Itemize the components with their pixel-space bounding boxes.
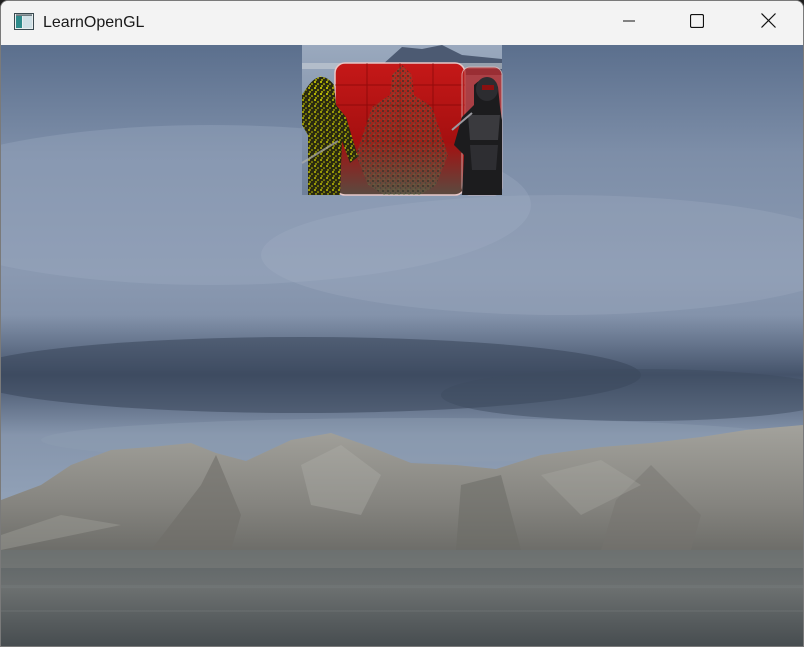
minimize-button[interactable] [595, 1, 663, 45]
app-window-icon [14, 13, 34, 30]
lake-water [1, 550, 803, 646]
opengl-render-viewport[interactable] [1, 45, 803, 646]
app-window: LearnOpenGL [0, 0, 804, 647]
maximize-icon [689, 13, 705, 33]
maximize-button[interactable] [663, 1, 731, 45]
close-button[interactable] [734, 1, 803, 45]
title-bar[interactable]: LearnOpenGL [1, 1, 803, 45]
framebuffer-inset-view [301, 45, 503, 196]
minimize-icon [623, 14, 635, 32]
window-title: LearnOpenGL [43, 14, 145, 31]
close-icon [761, 13, 776, 33]
